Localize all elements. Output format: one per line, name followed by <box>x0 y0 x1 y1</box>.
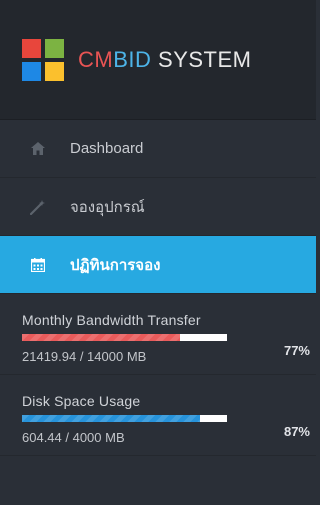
menu-item-label: Dashboard <box>70 140 144 157</box>
brand-prefix-cm: CM <box>78 46 114 72</box>
brand-logo[interactable] <box>22 38 64 81</box>
logo-square-green <box>45 38 64 58</box>
stat-title: Disk Space Usage <box>22 393 141 409</box>
stat-title: Monthly Bandwidth Transfer <box>22 312 201 328</box>
brand-prefix-bid: BID <box>113 46 152 72</box>
bandwidth-progress-fill <box>22 334 180 341</box>
menu-item-booking[interactable]: จองอุปกรณ์ <box>0 178 316 236</box>
logo-square-yellow <box>45 61 64 81</box>
magic-wand-icon <box>30 199 46 215</box>
sidebar: CMBID SYSTEM Dashboard จองอุปกรณ์ ปฏิทิน… <box>0 0 316 505</box>
disk-progress-fill <box>22 415 201 422</box>
sidebar-header: CMBID SYSTEM <box>0 0 316 120</box>
stat-value: 604.44 / 4000 MB <box>22 430 125 445</box>
logo-square-blue <box>22 61 41 81</box>
disk-progress-bar <box>22 415 227 422</box>
stat-value: 21419.94 / 14000 MB <box>22 349 147 364</box>
home-icon <box>30 141 46 157</box>
calendar-icon <box>30 257 46 273</box>
logo-square-red <box>22 38 41 58</box>
stat-bandwidth: Monthly Bandwidth Transfer 21419.94 / 14… <box>0 294 316 375</box>
menu-item-dashboard[interactable]: Dashboard <box>0 120 316 178</box>
menu-item-label: จองอุปกรณ์ <box>70 198 145 216</box>
stat-percent: 87% <box>283 424 310 439</box>
stat-percent: 77% <box>283 343 310 358</box>
brand-suffix: SYSTEM <box>151 46 252 72</box>
menu-item-label: ปฏิทินการจอง <box>70 256 161 274</box>
brand-name[interactable]: CMBID SYSTEM <box>78 47 251 73</box>
bandwidth-progress-bar <box>22 334 227 341</box>
menu-item-calendar[interactable]: ปฏิทินการจอง <box>0 236 316 294</box>
stat-disk: Disk Space Usage 604.44 / 4000 MB 87% <box>0 375 316 456</box>
